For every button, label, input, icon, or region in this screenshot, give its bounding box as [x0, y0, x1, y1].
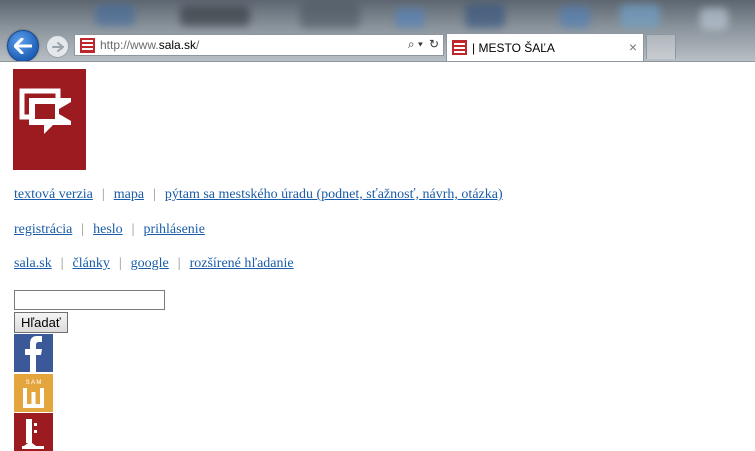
forward-arrow-icon	[51, 41, 64, 52]
link-advanced-search[interactable]: rozšírené hľadanie	[190, 256, 294, 271]
link-map[interactable]: mapa	[114, 187, 144, 202]
address-bar[interactable]: http://www.sala.sk/ ⌕ ▾ ↻	[74, 34, 444, 56]
link-sala-sk[interactable]: sala.sk	[14, 256, 52, 271]
link-google[interactable]: google	[131, 256, 169, 271]
sam-label: S A M	[26, 380, 42, 386]
city-crest-link[interactable]	[14, 413, 53, 451]
separator: |	[131, 222, 135, 237]
link-ask-office[interactable]: pýtam sa mestského úradu (podnet, sťažno…	[165, 187, 503, 202]
sam-logo-icon: S A M	[23, 380, 44, 408]
browser-chrome: http://www.sala.sk/ ⌕ ▾ ↻ | MESTO ŠAĽA ×	[0, 0, 755, 62]
link-articles[interactable]: články	[73, 256, 110, 271]
separator: |	[81, 222, 85, 237]
facebook-link[interactable]	[14, 334, 53, 372]
sam-link[interactable]: S A M	[14, 374, 53, 412]
refresh-icon[interactable]: ↻	[429, 37, 439, 52]
blurred-desktop-icon	[180, 6, 250, 26]
link-text-version[interactable]: textová verzia	[14, 187, 93, 202]
tab-favicon-icon	[452, 40, 467, 55]
separator: |	[60, 256, 64, 271]
blurred-desktop-icon	[465, 4, 505, 28]
blurred-desktop-icon	[560, 6, 590, 28]
facebook-icon	[25, 336, 42, 372]
url-text: http://www.sala.sk/	[100, 38, 200, 52]
chrome-divider	[0, 61, 755, 62]
nav-row-account: registrácia | heslo | prihlásenie	[14, 222, 205, 238]
blurred-desktop-icon	[700, 8, 728, 30]
forward-button[interactable]	[46, 35, 69, 58]
blurred-desktop-icon	[395, 8, 425, 28]
address-tools: ⌕ ▾ ↻	[408, 37, 439, 52]
separator: |	[118, 256, 122, 271]
back-button[interactable]	[7, 30, 39, 62]
separator: |	[101, 187, 105, 202]
site-logo[interactable]	[13, 69, 86, 170]
new-tab-button[interactable]	[646, 34, 676, 59]
video-chat-logo-icon	[19, 88, 71, 134]
close-tab-icon[interactable]: ×	[629, 39, 637, 55]
back-arrow-icon	[14, 38, 32, 54]
separator: |	[153, 187, 156, 202]
site-favicon-icon	[80, 37, 95, 53]
tab-title: | MESTO ŠAĽA	[472, 40, 555, 55]
search-button[interactable]: Hľadať	[14, 312, 68, 333]
separator: |	[177, 256, 181, 271]
link-registration[interactable]: registrácia	[14, 222, 72, 237]
blurred-desktop-icon	[95, 4, 135, 26]
link-password[interactable]: heslo	[93, 222, 123, 237]
search-input[interactable]	[14, 290, 165, 310]
blurred-desktop-icon	[300, 2, 360, 28]
nav-row-primary: textová verzia | mapa | pýtam sa mestského ú…	[14, 187, 503, 203]
city-crest-icon	[22, 419, 44, 449]
link-login[interactable]: prihlásenie	[143, 222, 204, 237]
nav-row-search-scope: sala.sk | články | google | rozšírené hľadanie	[14, 256, 294, 272]
blurred-desktop-icon	[620, 4, 660, 28]
search-dropdown-icon[interactable]: ⌕ ▾	[408, 37, 423, 52]
browser-tab[interactable]: | MESTO ŠAĽA ×	[446, 33, 644, 61]
